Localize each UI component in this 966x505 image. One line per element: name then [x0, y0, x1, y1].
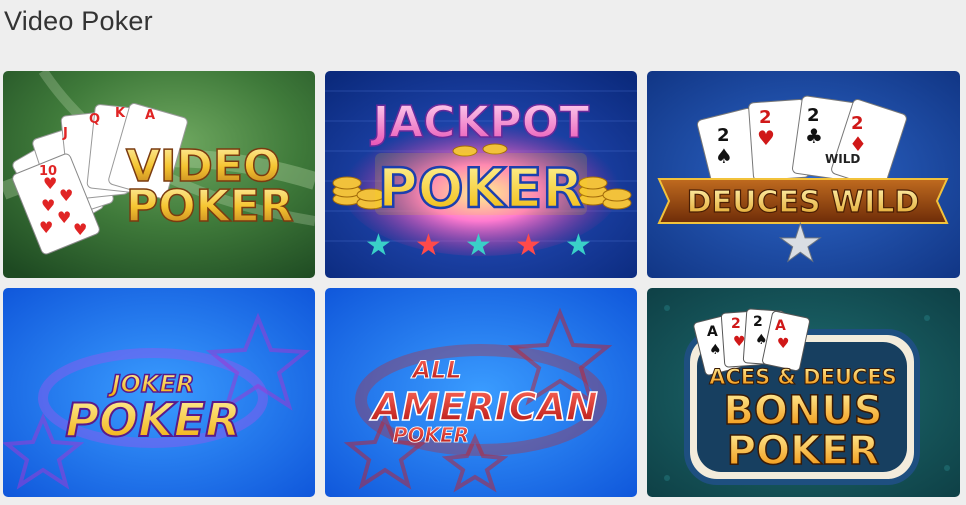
deuce-spades-rank: 2 — [753, 314, 763, 330]
all-american-logo-line1: ALL — [410, 356, 461, 384]
aces-deuces-logo-line3: POKER — [727, 428, 879, 474]
svg-text:★: ★ — [415, 228, 442, 263]
spade-suit-icon: ♠ — [755, 332, 768, 348]
game-tile-aces-deuces-bonus-poker[interactable]: A 2 2 A ♠ ♥ ♠ ♥ ACES & DEUCES BONUS POKE… — [647, 288, 960, 497]
deuce-hearts-rank: 2 — [731, 316, 741, 332]
jackpot-poker-logo-line2: POKER — [378, 157, 584, 220]
joker-poker-logo-line2: POKER — [65, 393, 240, 447]
game-tile-joker-poker[interactable]: JOKER POKER — [3, 288, 315, 497]
deuce-spades-rank: 2 — [717, 125, 730, 146]
card-queen-label: Q — [89, 112, 100, 127]
aces-deuces-logo-line1: ACES & DEUCES — [709, 365, 897, 389]
ace-spades-rank: A — [707, 324, 718, 340]
game-grid: ♥ ♥ ♥ ♥ ♥ ♥ 10 J Q K A VIDEO POKER JACKP… — [3, 71, 966, 497]
card-ace-label: A — [145, 108, 155, 123]
svg-text:★: ★ — [565, 228, 592, 263]
game-tile-deuces-wild[interactable]: 2 2 2 2 ♠ ♥ ♣ ♦ WILD DEUCES WILD ★ — [647, 71, 960, 278]
svg-text:★: ★ — [365, 228, 392, 263]
game-tile-jackpot-poker[interactable]: JACKPOT POKER ★ ★ ★ ★ ★ — [325, 71, 637, 278]
game-tile-all-american-poker[interactable]: ALL AMERICAN POKER — [325, 288, 637, 497]
deuce-clubs-rank: 2 — [807, 105, 820, 126]
card-ten-label: 10 — [39, 164, 57, 179]
svg-text:♥: ♥ — [59, 186, 73, 205]
star-icon: ★ — [777, 214, 824, 274]
svg-text:♥: ♥ — [73, 220, 87, 239]
jackpot-poker-artwork: JACKPOT POKER ★ ★ ★ ★ ★ — [325, 71, 637, 278]
svg-text:★: ★ — [515, 228, 542, 263]
deuces-wild-artwork: 2 2 2 2 ♠ ♥ ♣ ♦ WILD DEUCES WILD ★ — [647, 71, 960, 278]
aces-deuces-bonus-poker-artwork: A 2 2 A ♠ ♥ ♠ ♥ ACES & DEUCES BONUS POKE… — [647, 288, 960, 497]
video-poker-artwork: ♥ ♥ ♥ ♥ ♥ ♥ 10 J Q K A VIDEO POKER — [3, 71, 315, 278]
spade-suit-icon: ♠ — [715, 144, 733, 168]
card-jack-label: J — [62, 126, 68, 141]
heart-suit-icon: ♥ — [733, 334, 746, 350]
svg-text:★: ★ — [465, 228, 492, 263]
heart-suit-icon: ♥ — [757, 126, 775, 150]
joker-poker-artwork: JOKER POKER — [3, 288, 315, 497]
club-suit-icon: ♣ — [805, 124, 823, 148]
card-king-label: K — [115, 106, 126, 121]
spade-suit-icon: ♠ — [709, 342, 722, 358]
svg-text:♥: ♥ — [57, 208, 71, 227]
video-poker-logo-line2: POKER — [126, 181, 294, 232]
wild-card-caption: WILD — [825, 152, 860, 166]
all-american-poker-artwork: ALL AMERICAN POKER — [325, 288, 637, 497]
deuce-diamonds-rank: 2 — [851, 113, 864, 134]
svg-text:♥: ♥ — [41, 196, 55, 215]
svg-text:♥: ♥ — [39, 218, 53, 237]
all-american-logo-line3: POKER — [393, 423, 469, 447]
jackpot-poker-logo-line1: JACKPOT — [370, 97, 589, 148]
game-tile-video-poker[interactable]: ♥ ♥ ♥ ♥ ♥ ♥ 10 J Q K A VIDEO POKER — [3, 71, 315, 278]
page-title: Video Poker — [4, 6, 153, 36]
deuce-hearts-rank: 2 — [759, 107, 772, 128]
ace-hearts-rank: A — [775, 318, 786, 334]
heart-suit-icon: ♥ — [777, 336, 790, 352]
